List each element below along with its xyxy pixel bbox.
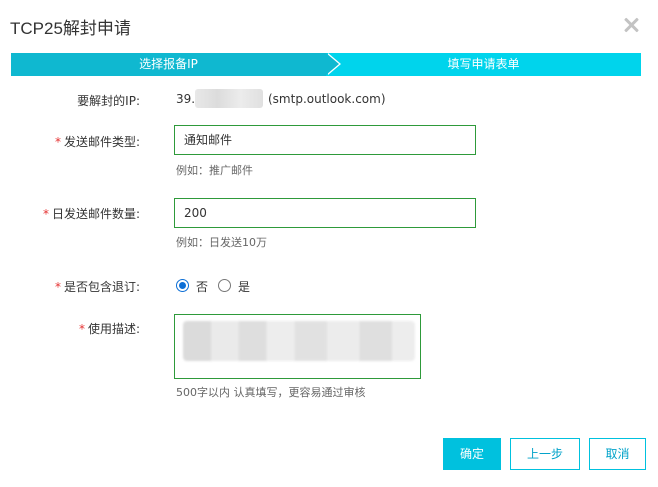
unsubscribe-no-radio[interactable] [176, 279, 189, 292]
mail-type-label-text: 发送邮件类型: [63, 135, 140, 149]
usage-label-text: 使用描述: [87, 322, 140, 336]
usage-label: * 使用描述: [79, 320, 140, 337]
step-select-ip: 选择报备IP [11, 53, 341, 76]
step-fill-form-label: 填写申请表单 [447, 57, 520, 71]
confirm-button[interactable]: 确定 [443, 438, 501, 470]
ip-host: (smtp.outlook.com) [268, 92, 386, 106]
close-icon[interactable] [620, 14, 642, 36]
ip-redacted [195, 89, 263, 108]
dialog-title: TCP25解封申请 [10, 19, 131, 38]
daily-count-label: * 日发送邮件数量: [43, 205, 140, 222]
mail-type-input[interactable]: 通知邮件 [174, 125, 476, 155]
cancel-button[interactable]: 取消 [589, 438, 646, 470]
required-mark: * [42, 207, 49, 221]
daily-count-input[interactable]: 200 [174, 198, 476, 228]
mail-type-label: * 发送邮件类型: [55, 133, 140, 150]
daily-count-hint: 例如：日发送10万 [176, 236, 267, 249]
step-select-ip-label: 选择报备IP [139, 57, 198, 71]
usage-text-redacted [183, 321, 415, 361]
unsubscribe-label: * 是否包含退订: [55, 278, 140, 295]
back-button[interactable]: 上一步 [510, 438, 580, 470]
required-mark: * [78, 322, 85, 336]
mail-type-hint: 例如：推广邮件 [176, 164, 253, 177]
unsubscribe-yes-radio[interactable] [218, 279, 231, 292]
usage-textarea[interactable] [174, 314, 421, 379]
required-mark: * [54, 280, 61, 294]
step-bar: 选择报备IP 填写申请表单 [11, 53, 641, 76]
ip-prefix: 39. [176, 92, 196, 106]
unsubscribe-yes-label: 是 [238, 280, 251, 294]
unsubscribe-label-text: 是否包含退订: [63, 280, 140, 294]
unsubscribe-no-label: 否 [196, 280, 209, 294]
daily-count-label-text: 日发送邮件数量: [51, 207, 140, 221]
step-fill-form: 填写申请表单 [326, 53, 641, 76]
required-mark: * [54, 135, 61, 149]
usage-hint: 500字以内 认真填写，更容易通过审核 [176, 386, 366, 399]
ip-label: 要解封的IP: [77, 94, 140, 108]
